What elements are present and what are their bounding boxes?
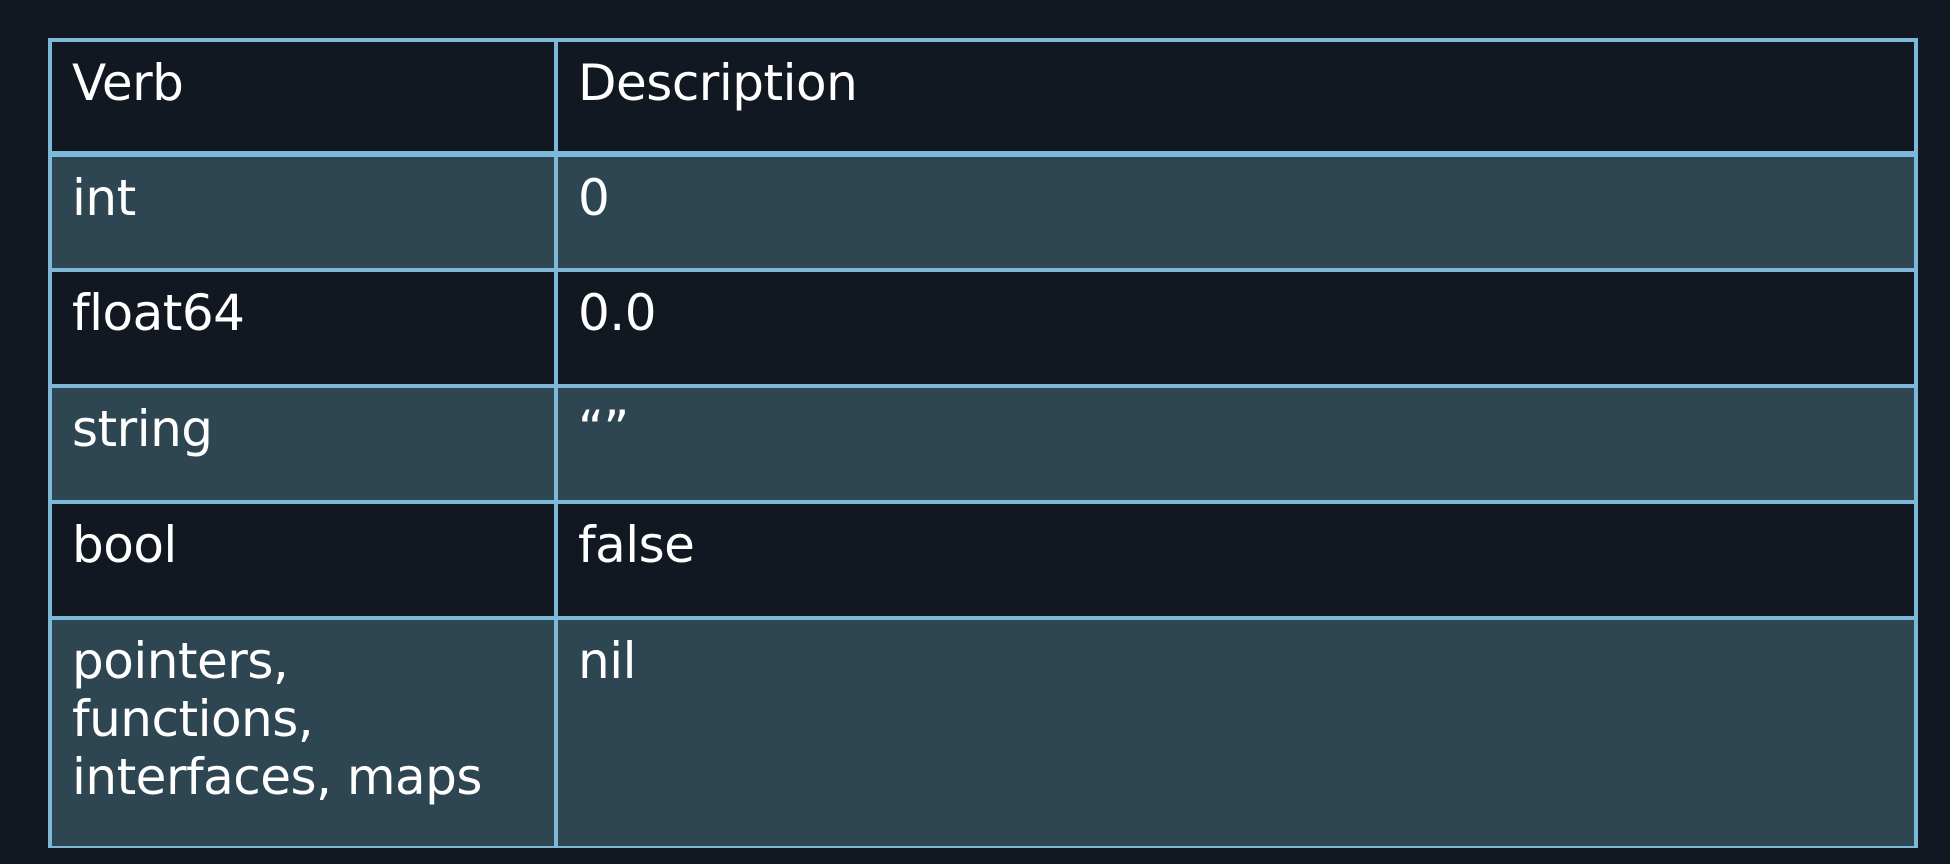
verb-cell: int	[52, 157, 554, 268]
description-cell: 0.0	[558, 272, 1914, 384]
table-row: int 0	[48, 153, 1918, 270]
header-verb: Verb	[52, 42, 554, 151]
table-header-row: Verb Description	[48, 38, 1918, 155]
description-cell: false	[558, 504, 1914, 616]
verb-cell: float64	[52, 272, 554, 384]
verb-cell: bool	[52, 504, 554, 616]
table-row: bool false	[48, 500, 1918, 618]
description-cell: nil	[558, 620, 1914, 846]
description-cell: 0	[558, 157, 1914, 268]
table-row: float64 0.0	[48, 268, 1918, 386]
verb-cell: pointers, functions, interfaces, maps	[52, 620, 554, 846]
table-row: string “”	[48, 384, 1918, 502]
verb-cell: string	[52, 388, 554, 500]
table-row: pointers, functions, interfaces, maps ni…	[48, 616, 1918, 848]
zero-values-table: Verb Description int 0 float64 0.0 strin…	[48, 38, 1918, 848]
header-description: Description	[558, 42, 1914, 151]
description-cell: “”	[558, 388, 1914, 500]
